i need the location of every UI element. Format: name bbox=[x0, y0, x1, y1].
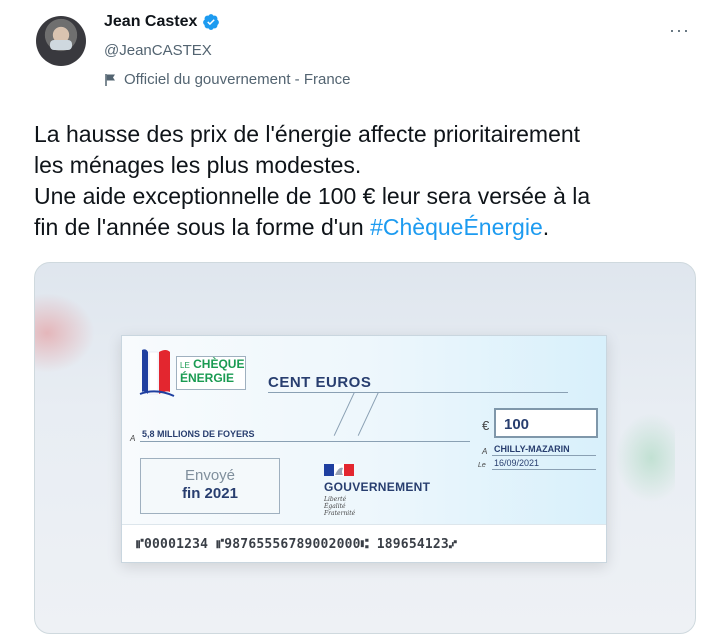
place-text: CHILLY-MAZARIN bbox=[494, 444, 570, 454]
logo-line-1: CHÈQUE bbox=[193, 357, 245, 371]
amount-value: 100 bbox=[504, 416, 530, 433]
government-label-text: Officiel du gouvernement - France bbox=[124, 71, 351, 88]
amount-line bbox=[268, 392, 568, 393]
government-motto: Liberté Égalité Fraternité bbox=[324, 496, 355, 517]
government-label: Officiel du gouvernement - France bbox=[104, 71, 351, 88]
hashtag-link[interactable]: #ChèqueÉnergie bbox=[370, 214, 543, 240]
payee-text: 5,8 MILLIONS DE FOYERS bbox=[142, 429, 255, 439]
tweet-line-4-suffix: . bbox=[542, 214, 550, 240]
cheque-energie-logo: LE CHÈQUE ÉNERGIE bbox=[136, 346, 246, 400]
background-blur-green bbox=[615, 413, 675, 503]
tricolor-icon bbox=[139, 349, 175, 397]
logo-text: LE CHÈQUE ÉNERGIE bbox=[180, 358, 244, 385]
tweet-text: La hausse des prix de l'énergie affecte … bbox=[34, 119, 704, 243]
date-prefix: Le bbox=[478, 462, 486, 469]
author-name[interactable]: Jean Castex bbox=[104, 13, 197, 31]
verified-badge-icon bbox=[203, 14, 220, 30]
background-blur-red bbox=[35, 293, 95, 373]
flag-icon bbox=[105, 73, 115, 86]
micr-band: ⑈00001234 ⑈98765556789002000⑆ 189654123⑇ bbox=[122, 524, 606, 562]
tweet-media-image[interactable]: LE CHÈQUE ÉNERGIE CENT EUROS A 5,8 MILLI… bbox=[34, 262, 696, 634]
avatar-face-mask bbox=[50, 40, 72, 50]
government-marianne-icon bbox=[324, 464, 354, 476]
euro-symbol: € bbox=[482, 418, 490, 433]
amount-box: 100 bbox=[494, 408, 598, 438]
tweet-line-4: fin de l'année sous la forme d'un #Chèqu… bbox=[34, 212, 704, 243]
date-line bbox=[492, 469, 596, 470]
sent-date: fin 2021 bbox=[182, 485, 238, 502]
more-options-icon[interactable]: ··· bbox=[669, 20, 690, 41]
tweet-line-4-prefix: fin de l'année sous la forme d'un bbox=[34, 214, 371, 240]
government-name: GOUVERNEMENT bbox=[324, 480, 431, 494]
amount-in-words: CENT EUROS bbox=[268, 374, 372, 391]
tweet-line-1: La hausse des prix de l'énergie affecte … bbox=[34, 121, 581, 147]
motto-fraternite: Fraternité bbox=[324, 510, 356, 517]
sent-label: Envoyé bbox=[184, 467, 236, 484]
tweet-line-2: les ménages les plus modestes. bbox=[34, 152, 362, 178]
payee-prefix: A bbox=[130, 434, 136, 443]
place-prefix: A bbox=[482, 447, 488, 456]
tweet-line-3: Une aide exceptionnelle de 100 € leur se… bbox=[34, 183, 591, 209]
motto-egalite: Égalité bbox=[324, 503, 346, 510]
author-avatar[interactable] bbox=[36, 16, 86, 66]
sent-date-box: Envoyé fin 2021 bbox=[140, 458, 280, 514]
payee-line bbox=[140, 441, 470, 442]
logo-line-2: ÉNERGIE bbox=[180, 371, 235, 385]
energy-cheque: LE CHÈQUE ÉNERGIE CENT EUROS A 5,8 MILLI… bbox=[121, 335, 607, 563]
date-text: 16/09/2021 bbox=[494, 458, 540, 468]
author-name-row: Jean Castex bbox=[104, 13, 220, 31]
micr-code: ⑈00001234 ⑈98765556789002000⑆ 189654123⑇ bbox=[136, 537, 457, 552]
author-handle[interactable]: @JeanCASTEX bbox=[104, 42, 212, 59]
logo-small-text: LE bbox=[180, 361, 190, 370]
motto-liberte: Liberté bbox=[324, 496, 347, 503]
place-line bbox=[492, 455, 596, 456]
